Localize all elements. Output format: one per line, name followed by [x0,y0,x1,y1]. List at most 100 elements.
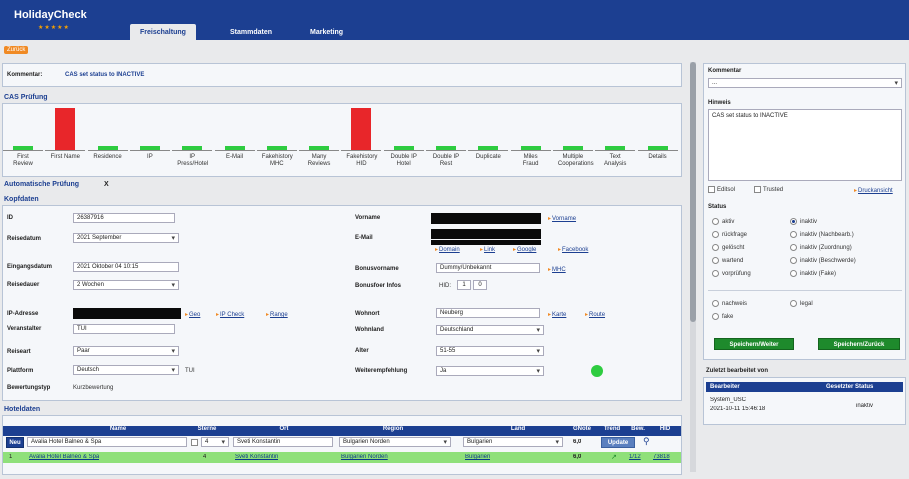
email-link-link[interactable]: Link [480,246,495,253]
tab-freischaltung[interactable]: Freischaltung [130,24,196,40]
comment-bar-label: Kommentar: [7,72,43,78]
bonusvorname-field[interactable]: Dummy/Unbekannt [436,263,540,273]
wohnort-karte-link[interactable]: Karte [548,311,566,318]
reisedauer-select[interactable]: 2 Wochen [73,280,179,290]
reisedatum-label: Reisedatum [7,236,42,242]
status-right-option-1[interactable]: inaktiv (Nachbearb.) [790,231,854,238]
status-right-option-1-radio[interactable] [790,231,797,238]
trusted-checkbox-box[interactable] [754,186,761,193]
vorname-link[interactable]: Vorname [548,215,576,222]
last-edited-col-user: Bearbeiter [710,384,740,390]
wohnland-label: Wohnland [355,327,384,333]
status-right-option-0[interactable]: inaktiv [790,218,817,225]
trusted-checkbox[interactable]: Trusted [754,186,783,193]
hotel-region-select[interactable]: Bulgarien Norden [339,437,451,447]
hotel-ort-field[interactable]: Sveti Konstantin [233,437,333,447]
cas-label-9: Double IP Hotel [390,154,417,167]
email-facebook-link[interactable]: Facebook [558,246,588,253]
kopfdaten-title: Kopfdaten [4,196,39,203]
hinweis-textarea[interactable]: CAS set status to INACTIVE [708,109,902,181]
hotel-stars-checkbox[interactable] [191,439,198,446]
hotel-row-region-link[interactable]: Bulgarien Norden [341,454,388,460]
hotel-row-ort-link[interactable]: Sveti Konstantin [235,454,278,460]
reiseart-select[interactable]: Paar [73,346,179,356]
ip-address-redacted [73,308,181,319]
weiterempfehlung-label: Weiterempfehlung [355,368,408,374]
status-left-option-2[interactable]: gelöscht [712,244,744,251]
status-right-option-4[interactable]: inaktiv (Fake) [790,270,836,277]
bonus-info-btn-1[interactable]: 1 [457,280,471,290]
status-right-option-0-radio[interactable] [790,218,797,225]
hotel-col-trend: Trend [603,426,621,432]
ip-geo-link[interactable]: Geo [185,311,200,318]
hotel-col-hid: HID [659,426,671,432]
hotel-data-row[interactable]: 1 Avalia Hotel Balneo & Spa 4 Sveti Kons… [3,452,681,463]
extra-right-option-0-radio[interactable] [790,300,797,307]
extra-right-option-0[interactable]: legal [790,300,813,307]
tab-stammdaten[interactable]: Stammdaten [220,24,282,40]
status-left-option-3[interactable]: wartend [712,257,743,264]
reisedatum-select[interactable]: 2021 September [73,233,179,243]
save-next-button[interactable]: Speichern/Weiter [714,338,794,350]
hotel-row-name-link[interactable]: Avalia Hotel Balneo & Spa [29,454,99,460]
status-right-option-2[interactable]: inaktiv (Zuordnung) [790,244,852,251]
bonus-info-btn-0[interactable]: 0 [473,280,487,290]
status-left-option-4[interactable]: vorprüfung [712,270,751,277]
main-scrollbar[interactable] [690,62,696,472]
eingangsdatum-field[interactable]: 2021 Oktober 04 10:15 [73,262,179,272]
cas-label-0: First Review [13,154,33,167]
status-left-option-0-radio[interactable] [712,218,719,225]
back-button[interactable]: Zurück [4,46,29,54]
email-google-link[interactable]: Google [513,246,536,253]
hotel-new-button[interactable]: Neu [6,437,24,448]
hotel-stars-select[interactable]: 4 [201,437,229,447]
status-left-option-1-radio[interactable] [712,231,719,238]
hotel-row-bew-link[interactable]: 1/12 [629,454,641,460]
save-back-button[interactable]: Speichern/Zurück [818,338,900,350]
hotel-search-icon[interactable]: ⚲ [643,436,650,447]
holidaycheck-logo[interactable]: HolidayCheck [14,9,87,21]
main-scrollbar-thumb[interactable] [690,62,696,322]
status-left-option-1[interactable]: rückfrage [712,231,747,238]
alter-label: Alter [355,348,369,354]
plattform-select[interactable]: Deutsch [73,365,179,375]
druckansicht-link[interactable]: Druckansicht [854,187,893,194]
status-divider [708,290,902,291]
hotel-name-field[interactable]: Avalia Hotel Balneo & Spa [27,437,187,447]
extra-left-option-0-radio[interactable] [712,300,719,307]
weiterempfehlung-select[interactable]: Ja [436,366,544,376]
editsol-checkbox[interactable]: Editsol [708,186,735,193]
auto-check-close-icon[interactable]: X [104,181,109,188]
status-left-option-2-radio[interactable] [712,244,719,251]
id-field[interactable]: 26387916 [73,213,175,223]
eingangsdatum-label: Eingangsdatum [7,264,53,270]
status-right-option-3-radio[interactable] [790,257,797,264]
cas-baseline-15 [637,150,678,151]
hotel-update-button[interactable]: Update [601,437,635,448]
bonusvorname-mhc-link[interactable]: MHC [548,266,566,273]
extra-left-option-1-radio[interactable] [712,313,719,320]
kommentar-select[interactable]: ... [708,78,902,88]
extra-left-option-0[interactable]: nachweis [712,300,747,307]
email-domain-link[interactable]: Domain [435,246,460,253]
hotel-row-land-link[interactable]: Bulgarien [465,454,490,460]
status-left-option-0[interactable]: aktiv [712,218,734,225]
status-right-option-2-radio[interactable] [790,244,797,251]
wohnort-field[interactable]: Neuberg [436,308,540,318]
status-left-option-3-radio[interactable] [712,257,719,264]
veranstalter-field[interactable]: TUI [73,324,175,334]
ip-check-link[interactable]: IP Check [216,311,244,318]
status-right-option-3[interactable]: inaktiv (Beschwerde) [790,257,856,264]
status-left-option-4-radio[interactable] [712,270,719,277]
status-left-option-2-label: gelöscht [722,245,745,252]
status-right-option-4-radio[interactable] [790,270,797,277]
wohnort-route-link[interactable]: Route [585,311,605,318]
extra-left-option-1[interactable]: fake [712,313,733,320]
hotel-land-select[interactable]: Bulgarien [463,437,563,447]
tab-marketing[interactable]: Marketing [300,24,353,40]
alter-select[interactable]: 51-55 [436,346,544,356]
ip-range-link[interactable]: Range [266,311,288,318]
editsol-checkbox-box[interactable] [708,186,715,193]
hotel-row-hid-link[interactable]: 73818 [653,454,670,460]
wohnland-select[interactable]: Deutschland [436,325,544,335]
